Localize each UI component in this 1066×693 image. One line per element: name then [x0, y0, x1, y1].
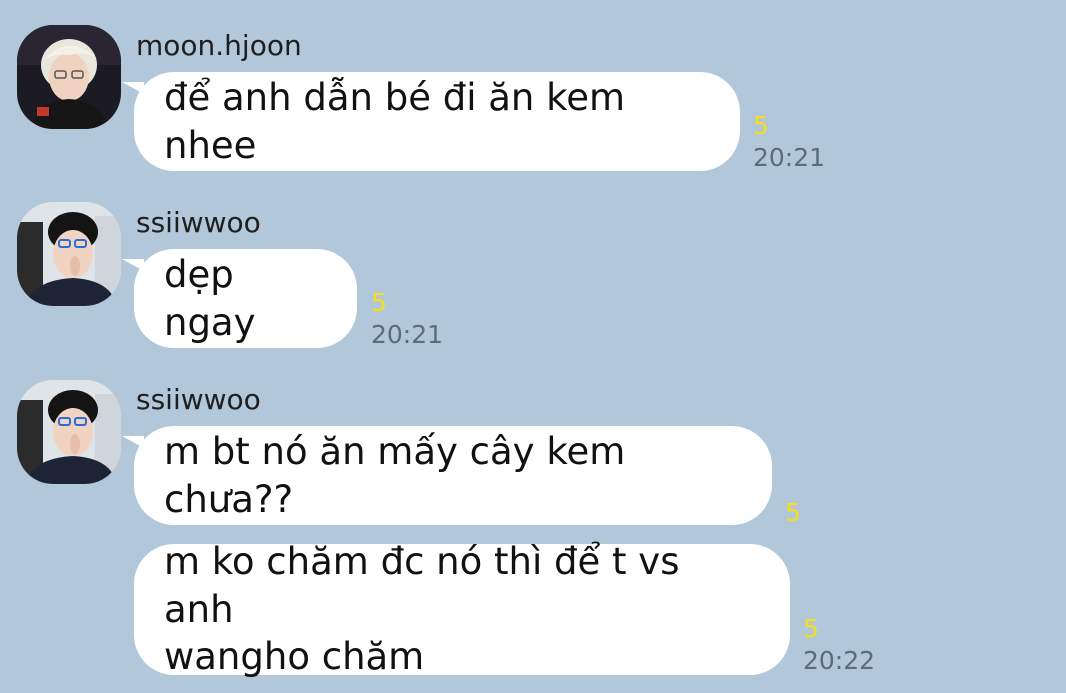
sender-name: ssiiwwoo	[136, 383, 261, 416]
unread-count: 5	[371, 288, 387, 317]
message-text: để anh dẫn bé đi ăn kem nhee	[164, 76, 626, 167]
message-time: 20:22	[803, 646, 876, 675]
message-bubble[interactable]: m ko chăm đc nó thì để t vs anh wangho c…	[134, 540, 790, 678]
unread-count: 5	[785, 498, 801, 527]
sender-name: ssiiwwoo	[136, 206, 261, 239]
message-time: 20:21	[753, 143, 826, 172]
message-text: dẹp ngay	[164, 253, 256, 344]
message-time: 20:21	[371, 320, 444, 349]
unread-count: 5	[803, 614, 819, 643]
message-text-line-2: wangho chăm	[164, 635, 425, 679]
message-bubble[interactable]: dẹp ngay	[122, 249, 357, 348]
avatar-ssiiwwoo[interactable]	[17, 380, 121, 484]
message-text: m bt nó ăn mấy cây kem chưa??	[164, 430, 626, 521]
message-text-line-1: m ko chăm đc nó thì để t vs anh	[164, 540, 680, 631]
message-bubble[interactable]: m bt nó ăn mấy cây kem chưa??	[122, 426, 772, 525]
avatar-ssiiwwoo[interactable]	[17, 202, 121, 306]
avatar-moon-hjoon[interactable]	[17, 25, 121, 129]
unread-count: 5	[753, 111, 769, 140]
message-bubble[interactable]: để anh dẫn bé đi ăn kem nhee	[122, 72, 740, 171]
sender-name: moon.hjoon	[136, 29, 302, 62]
